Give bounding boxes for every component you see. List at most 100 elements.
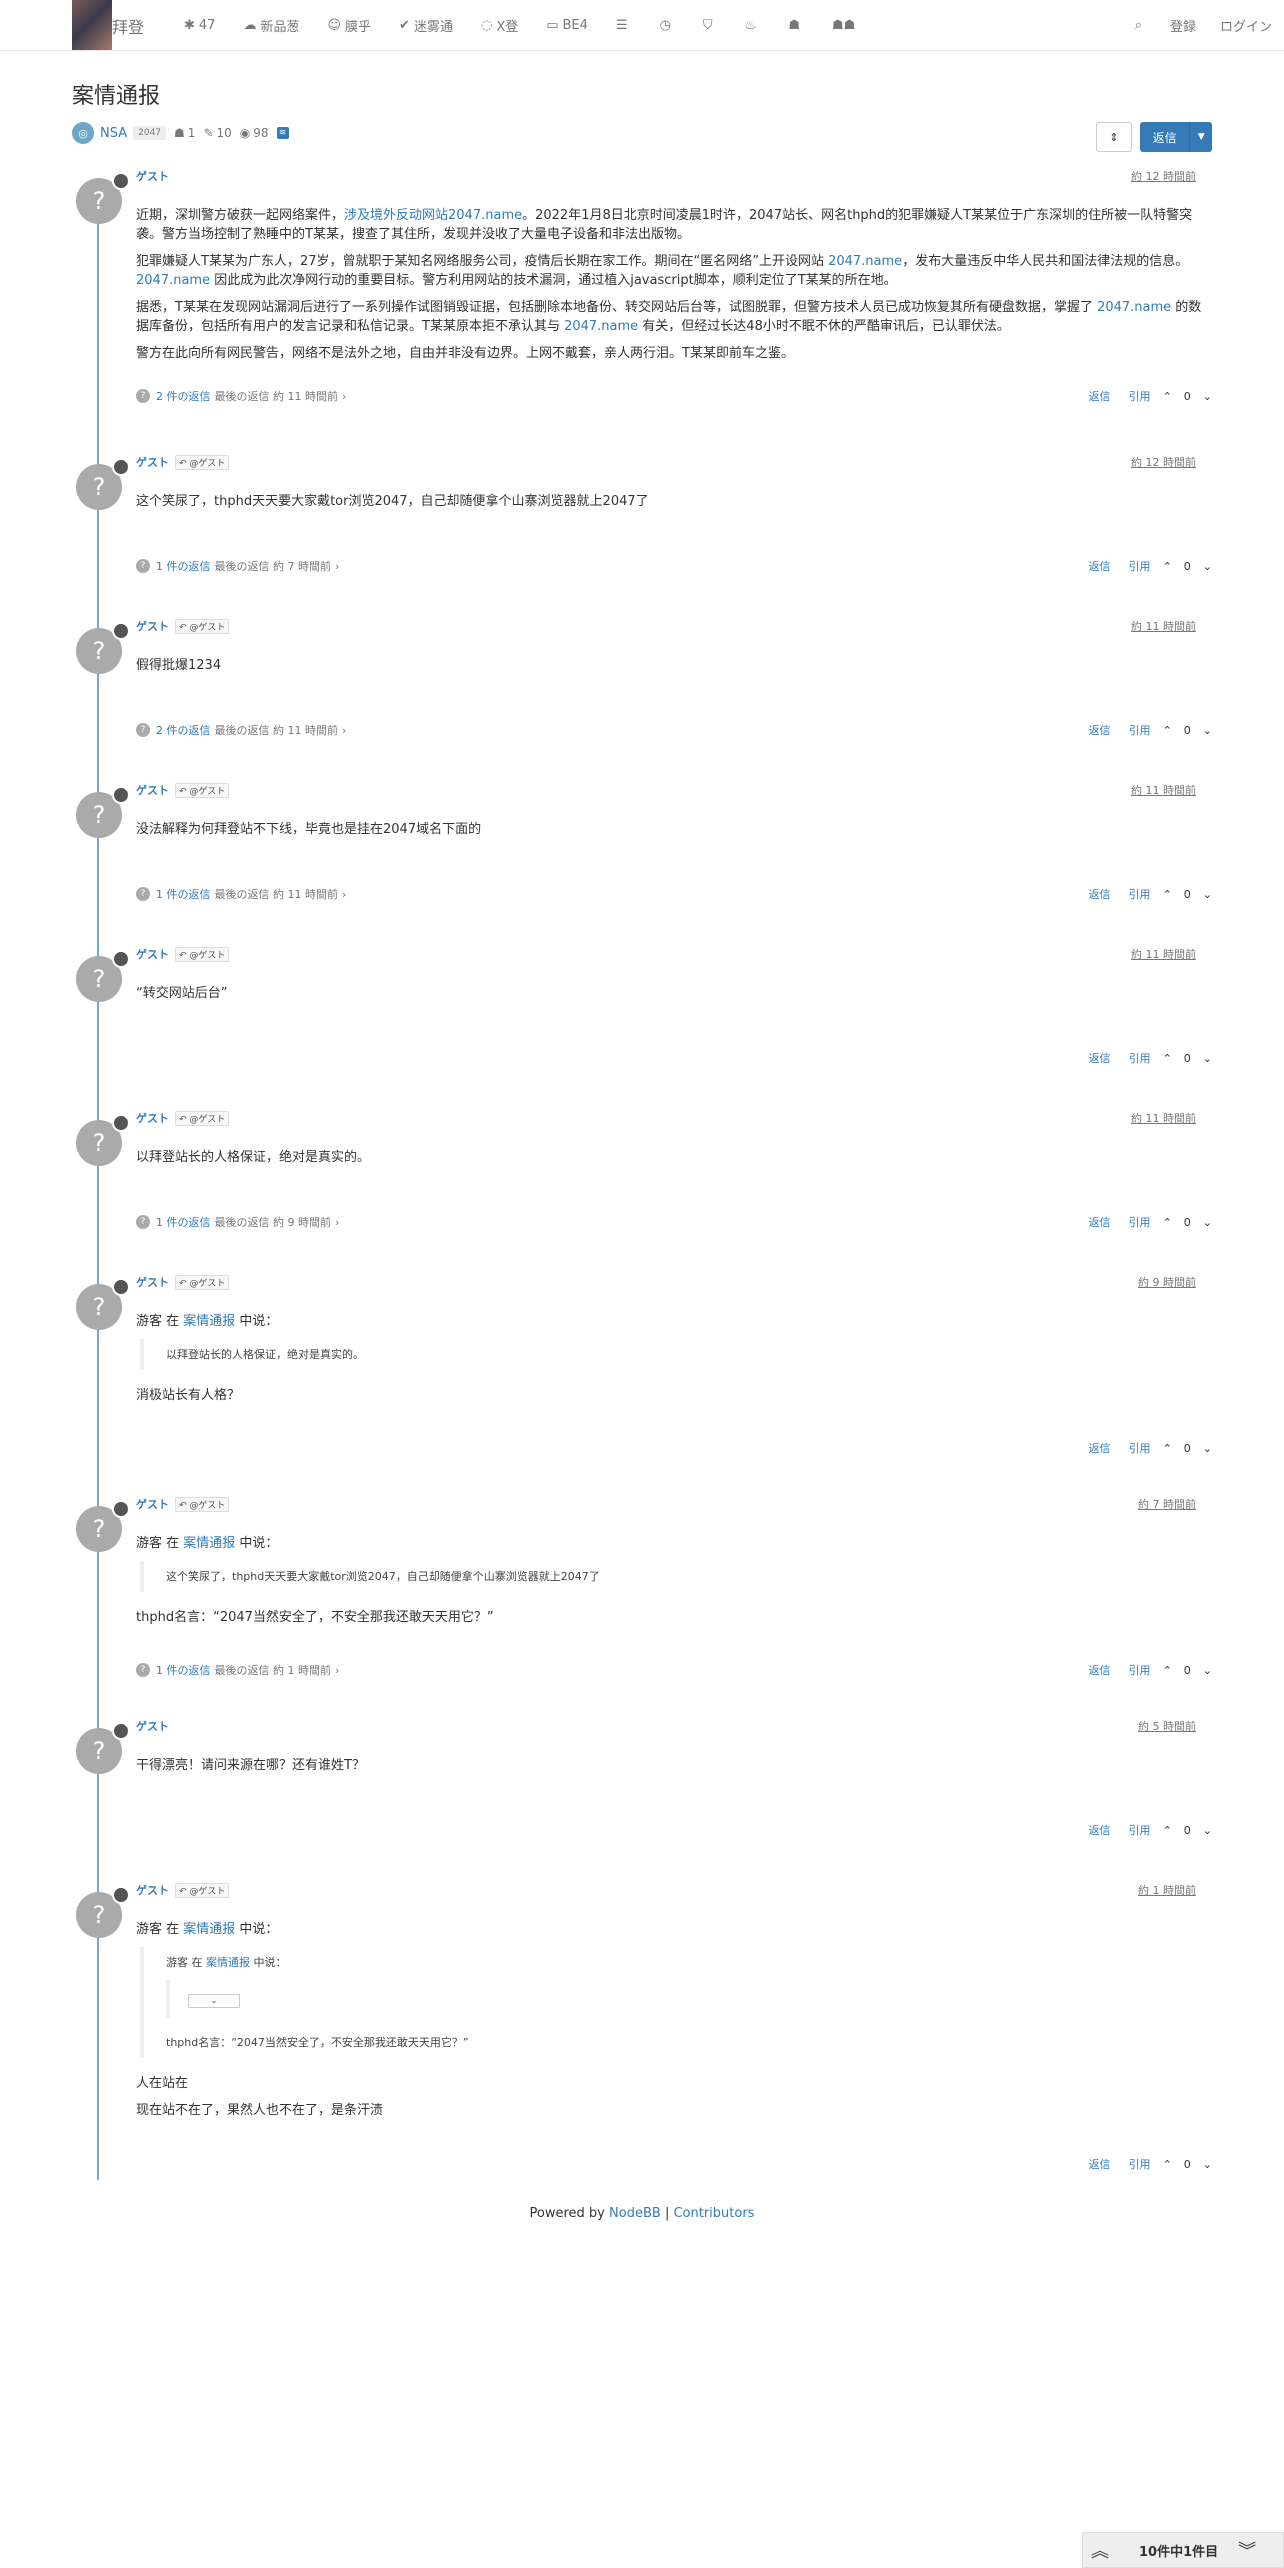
chevron-down-icon[interactable]: ⌄ [1203, 1216, 1212, 1229]
avatar[interactable]: ? [76, 172, 130, 224]
parent-post-link[interactable]: ↶ @ゲスト [175, 455, 230, 470]
chevron-down-icon[interactable]: ⌄ [1203, 1052, 1212, 1065]
chevron-down-icon[interactable]: ⌄ [1203, 390, 1212, 403]
chevron-down-icon[interactable]: ⌄ [1203, 724, 1212, 737]
inline-link[interactable]: 涉及境外反动网站2047.name [344, 208, 522, 223]
double-chevron-up-icon[interactable]: ︽ [1091, 2537, 1109, 2563]
parent-post-link[interactable]: ↶ @ゲスト [175, 1111, 230, 1126]
replies-toggle[interactable]: ? 1 件の返信 最後の返信 約 11 時間前 › [136, 886, 346, 902]
chevron-up-icon[interactable]: ⌃ [1163, 724, 1172, 737]
chevron-up-icon[interactable]: ⌃ [1163, 2158, 1172, 2171]
username[interactable]: ゲスト [136, 620, 169, 633]
replies-toggle[interactable]: ? 1 件の返信 最後の返信 約 7 時間前 › [136, 558, 339, 574]
inline-link[interactable]: 2047.name [828, 254, 902, 269]
chevron-down-icon[interactable]: ⌄ [1203, 1442, 1212, 1455]
inline-link[interactable]: 案情通报 [206, 1956, 250, 1969]
nav-item-1[interactable]: ☁ 新品葱 [229, 0, 313, 50]
replies-toggle[interactable]: ? 1 件の返信 最後の返信 約 9 時間前 › [136, 1214, 339, 1230]
nav-item-0[interactable]: ✱ 47 [170, 0, 229, 50]
nav-item-6[interactable]: ☰ [602, 0, 646, 50]
chevron-up-icon[interactable]: ⌃ [1163, 1824, 1172, 1837]
chevron-down-icon[interactable]: ⌄ [1203, 1824, 1212, 1837]
parent-post-link[interactable]: ↶ @ゲスト [175, 619, 230, 634]
replies-toggle[interactable]: ? 2 件の返信 最後の返信 約 11 時間前 › [136, 388, 346, 404]
reply-link[interactable]: 返信 [1089, 558, 1111, 574]
quote-link[interactable]: 引用 [1129, 2156, 1151, 2172]
chevron-up-icon[interactable]: ⌃ [1163, 1216, 1172, 1229]
collapsed-quote-toggle[interactable]: ⌄ [188, 1994, 240, 2008]
post-timestamp[interactable]: 約 11 時間前 [1131, 782, 1196, 798]
parent-post-link[interactable]: ↶ @ゲスト [175, 1275, 230, 1290]
post-timestamp[interactable]: 約 5 時間前 [1138, 1718, 1196, 1734]
reply-button[interactable]: 返信 ▼ [1140, 122, 1212, 152]
username[interactable]: ゲスト [136, 1720, 169, 1733]
reply-link[interactable]: 返信 [1089, 388, 1111, 404]
parent-post-link[interactable]: ↶ @ゲスト [175, 783, 230, 798]
double-chevron-down-icon[interactable]: ︾ [1238, 2537, 1256, 2563]
avatar[interactable]: ? [76, 1886, 130, 1938]
quote-link[interactable]: 引用 [1129, 558, 1151, 574]
parent-post-link[interactable]: ↶ @ゲスト [175, 947, 230, 962]
nav-item-3[interactable]: ✔ 迷雾通 [385, 0, 467, 50]
username[interactable]: ゲスト [136, 456, 169, 469]
post-timestamp[interactable]: 約 7 時間前 [1138, 1496, 1196, 1512]
username[interactable]: ゲスト [136, 1112, 169, 1125]
inline-link[interactable]: 2047.name [1097, 300, 1171, 315]
post-timestamp[interactable]: 約 9 時間前 [1138, 1274, 1196, 1290]
category-icon[interactable]: ◎ [72, 122, 94, 144]
reply-link[interactable]: 返信 [1089, 1214, 1111, 1230]
username[interactable]: ゲスト [136, 1884, 169, 1897]
chevron-up-icon[interactable]: ⌃ [1163, 1442, 1172, 1455]
reply-link[interactable]: 返信 [1089, 886, 1111, 902]
reply-link[interactable]: 返信 [1089, 722, 1111, 738]
rss-icon[interactable]: ≋ [276, 127, 289, 139]
username[interactable]: ゲスト [136, 784, 169, 797]
quote-link[interactable]: 引用 [1129, 388, 1151, 404]
inline-link[interactable]: 案情通报 [183, 1536, 235, 1551]
post-timestamp[interactable]: 約 11 時間前 [1131, 1110, 1196, 1126]
nav-item-5[interactable]: ▭ BE4 [532, 0, 602, 50]
avatar[interactable]: ? [76, 786, 130, 838]
sort-button[interactable]: ⇕ [1096, 122, 1132, 152]
reply-link[interactable]: 返信 [1089, 1822, 1111, 1838]
reply-link[interactable]: 返信 [1089, 1440, 1111, 1456]
parent-post-link[interactable]: ↶ @ゲスト [175, 1883, 230, 1898]
reply-link[interactable]: 返信 [1089, 2156, 1111, 2172]
avatar[interactable]: ? [76, 950, 130, 1002]
chevron-down-icon[interactable]: ⌄ [1203, 560, 1212, 573]
contributors-link[interactable]: Contributors [673, 2206, 754, 2221]
site-logo[interactable] [72, 0, 112, 50]
nav-item-11[interactable]: ☗☗ [818, 0, 873, 50]
inline-link[interactable]: 2047.name [564, 319, 638, 334]
username[interactable]: ゲスト [136, 1498, 169, 1511]
avatar[interactable]: ? [76, 1278, 130, 1330]
inline-link[interactable]: 案情通报 [183, 1314, 235, 1329]
avatar[interactable]: ? [76, 1114, 130, 1166]
post-timestamp[interactable]: 約 11 時間前 [1131, 946, 1196, 962]
chevron-up-icon[interactable]: ⌃ [1163, 1052, 1172, 1065]
register-link[interactable]: 登録 [1158, 0, 1208, 50]
chevron-down-icon[interactable]: ⌄ [1203, 2158, 1212, 2171]
quote-link[interactable]: 引用 [1129, 1050, 1151, 1066]
chevron-up-icon[interactable]: ⌃ [1163, 390, 1172, 403]
tag-badge[interactable]: 2047 [133, 126, 167, 140]
nav-item-4[interactable]: ◌ X登 [467, 0, 532, 50]
post-timestamp[interactable]: 約 12 時間前 [1131, 454, 1196, 470]
avatar[interactable]: ? [76, 1500, 130, 1552]
chevron-up-icon[interactable]: ⌃ [1163, 560, 1172, 573]
nav-item-8[interactable]: ⛉ [689, 0, 731, 50]
avatar[interactable]: ? [76, 458, 130, 510]
username[interactable]: ゲスト [136, 1276, 169, 1289]
caret-down-icon[interactable]: ▼ [1189, 122, 1212, 152]
username[interactable]: ゲスト [136, 948, 169, 961]
chevron-down-icon[interactable]: ⌄ [1203, 888, 1212, 901]
post-timestamp[interactable]: 約 12 時間前 [1131, 168, 1196, 184]
inline-link[interactable]: 案情通报 [183, 1922, 235, 1937]
quote-link[interactable]: 引用 [1129, 886, 1151, 902]
avatar[interactable]: ? [76, 1722, 130, 1774]
quote-link[interactable]: 引用 [1129, 722, 1151, 738]
quote-link[interactable]: 引用 [1129, 1822, 1151, 1838]
login-link[interactable]: ログイン [1208, 0, 1284, 50]
chevron-down-icon[interactable]: ⌄ [1203, 1664, 1212, 1677]
category-link[interactable]: NSA [100, 126, 127, 141]
